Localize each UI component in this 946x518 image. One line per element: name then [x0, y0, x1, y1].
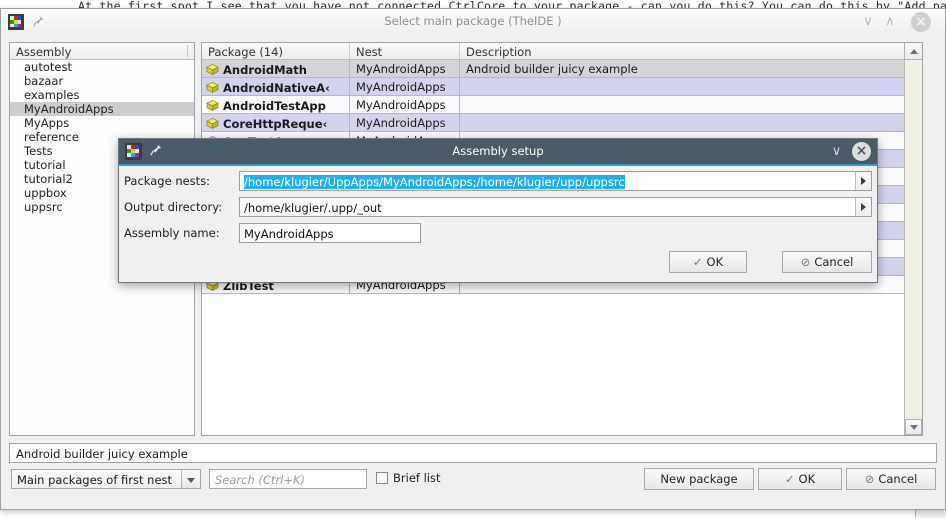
assembly-header-label: Assembly	[16, 45, 71, 59]
ok-button[interactable]: ✓ OK	[758, 468, 842, 490]
brief-list-checkbox[interactable]: Brief list	[376, 471, 440, 485]
table-row[interactable]: AndroidNativeA‹ MyAndroidApps	[202, 78, 904, 96]
assembly-item-label: tutorial2	[24, 172, 73, 186]
dialog-minimize-button[interactable]: ∨	[828, 143, 845, 160]
package-nests-row: Package nests: /home/klugier/UppApps/MyA…	[119, 171, 877, 191]
cell-nest: MyAndroidApps	[350, 96, 460, 113]
assembly-item-label: examples	[24, 88, 80, 102]
table-row[interactable]: AndroidMath MyAndroidAppsAndroid builder …	[202, 60, 904, 78]
package-nests-label: Package nests:	[124, 171, 239, 191]
column-header-description[interactable]: Description	[460, 43, 922, 59]
cell-package: CoreHttpReque‹	[202, 114, 350, 131]
package-nests-input[interactable]: /home/klugier/UppApps/MyAndroidApps;/hom…	[239, 171, 872, 191]
table-row[interactable]: AndroidTestApp MyAndroidApps	[202, 96, 904, 114]
output-directory-label: Output directory:	[124, 197, 239, 217]
scroll-up-glyph	[910, 49, 918, 54]
assembly-item-label: tutorial	[24, 158, 66, 172]
check-icon: ✓	[693, 255, 703, 269]
cell-package: AndroidMath	[202, 60, 350, 77]
assembly-item-label: MyAndroidApps	[24, 102, 114, 116]
check-icon: ✓	[785, 472, 795, 486]
nest-filter-dropdown[interactable]: Main packages of first nest	[11, 469, 201, 489]
cell-description	[460, 96, 904, 113]
cell-package-label: CoreHttpReque‹	[223, 117, 327, 131]
cell-nest: MyAndroidApps	[350, 114, 460, 131]
cell-package-label: AndroidTestApp	[223, 99, 326, 113]
output-directory-value: /home/klugier/.upp/_out	[244, 201, 382, 215]
assembly-item-label: autotest	[24, 60, 72, 74]
cancel-button-label: Cancel	[878, 472, 917, 486]
cell-package-label: AndroidNativeA‹	[223, 81, 330, 95]
new-package-button[interactable]: New package	[644, 468, 754, 490]
table-row[interactable]: CoreHttpReque‹ MyAndroidApps	[202, 114, 904, 132]
scroll-down-arrow-icon[interactable]	[905, 419, 922, 435]
checkbox-box	[376, 472, 388, 484]
dropdown-arrow-glyph	[861, 203, 866, 211]
cell-description	[460, 114, 904, 131]
assembly-item[interactable]: autotest	[10, 60, 194, 74]
package-cube-icon	[206, 117, 219, 130]
package-cube-icon	[206, 99, 219, 112]
package-list-scrollbar[interactable]	[904, 60, 922, 435]
column-header-package[interactable]: Package (14)	[202, 43, 350, 59]
cell-description: Android builder juicy example	[460, 60, 904, 77]
assembly-name-row: Assembly name: MyAndroidApps	[119, 223, 877, 243]
cell-package: AndroidTestApp	[202, 96, 350, 113]
package-column-headers: Package (14) Nest Description	[202, 43, 922, 60]
dropdown-arrow-icon[interactable]	[855, 198, 871, 216]
cell-package: AndroidNativeA‹	[202, 78, 350, 95]
no-entry-icon: ⊘	[801, 255, 811, 269]
dropdown-arrow-glyph	[861, 177, 866, 185]
description-bar[interactable]: Android builder juicy example	[9, 443, 937, 463]
scroll-up-arrow-icon[interactable]	[904, 43, 922, 60]
scroll-down-glyph	[910, 425, 918, 430]
assembly-item-label: Tests	[24, 144, 53, 158]
no-entry-icon: ⊘	[865, 472, 875, 486]
output-directory-row: Output directory: /home/klugier/.upp/_ou…	[119, 197, 877, 217]
assembly-item-label: uppbox	[24, 186, 67, 200]
column-header-nest[interactable]: Nest	[350, 43, 460, 59]
assembly-item-label: bazaar	[24, 74, 63, 88]
assembly-item-label: uppsrc	[24, 200, 63, 214]
dropdown-arrow-icon[interactable]	[855, 172, 871, 190]
column-separator[interactable]	[187, 45, 188, 57]
assembly-item[interactable]: MyAndroidApps	[10, 102, 194, 116]
cell-nest: MyAndroidApps	[350, 78, 460, 95]
assembly-item-label: MyApps	[24, 116, 69, 130]
main-window-title: Select main package (TheIDE )	[1, 14, 945, 28]
assembly-item[interactable]: MyApps	[10, 116, 194, 130]
assembly-column-header: Assembly	[10, 43, 194, 60]
brief-list-label: Brief list	[393, 471, 440, 485]
assembly-name-label: Assembly name:	[124, 223, 239, 243]
ok-button-label: OK	[799, 472, 816, 486]
assembly-setup-dialog: Assembly setup ∨ × Package nests: /home/…	[118, 138, 878, 283]
output-directory-input[interactable]: /home/klugier/.upp/_out	[239, 197, 872, 217]
assembly-item-label: reference	[24, 130, 79, 144]
cancel-button[interactable]: ⊘Cancel	[846, 468, 936, 490]
dialog-close-button[interactable]: ×	[852, 142, 871, 161]
assembly-name-input[interactable]: MyAndroidApps	[239, 223, 421, 243]
dialog-cancel-button[interactable]: ⊘Cancel	[782, 251, 872, 273]
dialog-ok-button[interactable]: ✓ OK	[669, 251, 747, 273]
chevron-down-icon[interactable]	[181, 470, 200, 488]
close-button[interactable]: ×	[911, 12, 931, 32]
dialog-ok-label: OK	[707, 255, 724, 269]
search-input[interactable]: Search (Ctrl+K)	[209, 469, 367, 489]
chevron-down-glyph	[187, 478, 195, 483]
cell-description	[460, 78, 904, 95]
package-nests-value: /home/klugier/UppApps/MyAndroidApps;/hom…	[244, 175, 625, 189]
minimize-button[interactable]: ∨	[859, 13, 877, 31]
cell-nest: MyAndroidApps	[350, 60, 460, 77]
nest-filter-value: Main packages of first nest	[17, 473, 172, 487]
cell-package-label: AndroidMath	[223, 63, 307, 77]
dialog-title: Assembly setup	[119, 144, 877, 158]
assembly-item[interactable]: examples	[10, 88, 194, 102]
dialog-cancel-label: Cancel	[814, 255, 853, 269]
maximize-button[interactable]: ∧	[881, 13, 899, 31]
dialog-titlebar: Assembly setup ∨ ×	[119, 139, 877, 166]
package-cube-icon	[206, 63, 219, 76]
assembly-item[interactable]: bazaar	[10, 74, 194, 88]
package-cube-icon	[206, 81, 219, 94]
main-window-titlebar: Select main package (TheIDE ) ∨ ∧ ×	[1, 9, 945, 36]
